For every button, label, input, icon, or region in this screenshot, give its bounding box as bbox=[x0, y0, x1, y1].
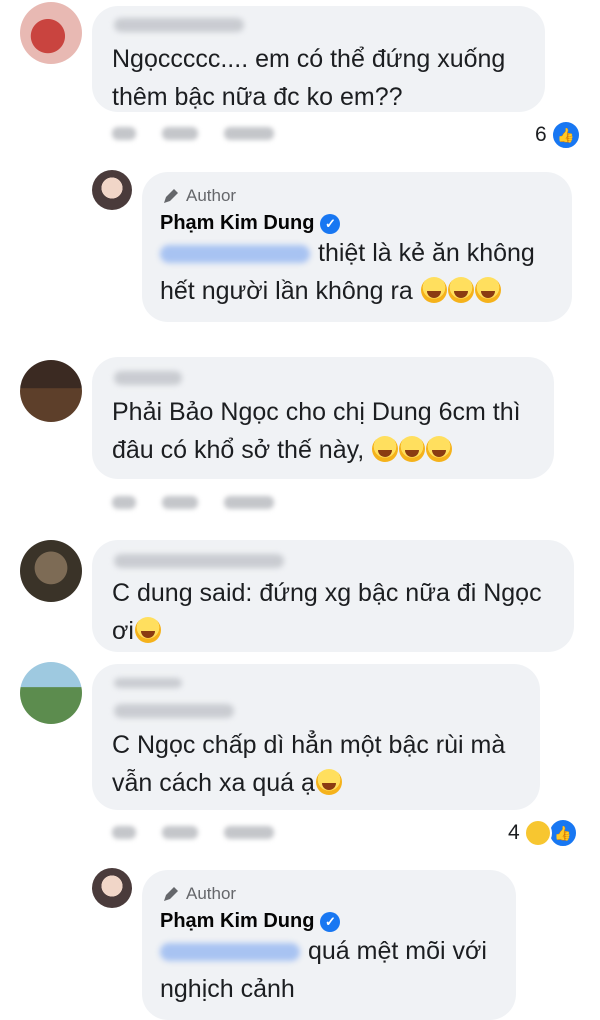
reaction-count: 4 bbox=[508, 821, 520, 844]
avatar[interactable] bbox=[20, 540, 82, 602]
verified-icon: ✓ bbox=[320, 911, 341, 932]
avatar[interactable] bbox=[92, 868, 132, 908]
comment-actions bbox=[112, 824, 274, 840]
commenter-name[interactable] bbox=[114, 704, 234, 718]
reaction-summary[interactable]: 4 👍 bbox=[508, 818, 578, 848]
comment-bubble: C Ngọc chấp dì hẳn một bậc rùi mà vẫn cá… bbox=[92, 664, 540, 810]
rofl-emoji-icon bbox=[426, 436, 453, 462]
mention-tag[interactable] bbox=[160, 943, 300, 962]
pencil-icon bbox=[164, 189, 178, 203]
commenter-name[interactable] bbox=[114, 371, 182, 385]
like-icon: 👍 bbox=[550, 120, 581, 150]
rofl-emoji-icon bbox=[372, 436, 399, 462]
author-badge: Author bbox=[162, 884, 236, 904]
haha-reaction-icon bbox=[523, 819, 552, 847]
top-fan-badge bbox=[114, 678, 182, 688]
time-link[interactable] bbox=[112, 825, 136, 839]
commenter-name[interactable] bbox=[114, 554, 284, 568]
verified-icon: ✓ bbox=[320, 213, 341, 234]
time-link[interactable] bbox=[112, 495, 136, 509]
pencil-icon bbox=[164, 887, 178, 901]
avatar[interactable] bbox=[20, 360, 82, 422]
avatar[interactable] bbox=[20, 662, 82, 724]
comment-text: thiệt là kẻ ăn không hết người lần không… bbox=[160, 239, 535, 305]
comment-text: C Ngọc chấp dì hẳn một bậc rùi mà vẫn cá… bbox=[112, 731, 506, 797]
rofl-emoji-icon bbox=[315, 769, 342, 795]
comment-bubble: Author Phạm Kim Dung ✓ quá mệt mõi với n… bbox=[142, 870, 516, 1020]
reply-link[interactable] bbox=[224, 495, 274, 509]
avatar[interactable] bbox=[20, 2, 82, 64]
commenter-name[interactable] bbox=[114, 18, 244, 32]
like-link[interactable] bbox=[162, 126, 198, 140]
author-name[interactable]: Phạm Kim Dung ✓ bbox=[160, 212, 341, 235]
haha-emoji-icon bbox=[134, 617, 161, 643]
comment-text: Phải Bảo Ngọc cho chị Dung 6cm thì đâu c… bbox=[112, 398, 521, 464]
rofl-emoji-icon bbox=[399, 436, 426, 462]
haha-emoji-icon bbox=[447, 277, 474, 303]
time-link[interactable] bbox=[112, 126, 136, 140]
comment-bubble: Ngọccccc.... em có thể đứng xuống thêm b… bbox=[92, 6, 545, 112]
author-name[interactable]: Phạm Kim Dung ✓ bbox=[160, 910, 341, 933]
avatar[interactable] bbox=[92, 170, 132, 210]
reply-link[interactable] bbox=[224, 825, 274, 839]
mention-tag[interactable] bbox=[160, 245, 310, 264]
haha-emoji-icon bbox=[474, 277, 501, 303]
comment-actions bbox=[112, 494, 274, 510]
reaction-summary[interactable]: 6 👍 bbox=[535, 120, 581, 150]
comment-bubble: C dung said: đứng xg bậc nữa đi Ngọc ơi bbox=[92, 540, 574, 652]
like-link[interactable] bbox=[162, 495, 198, 509]
comment-text: C dung said: đứng xg bậc nữa đi Ngọc ơi bbox=[112, 579, 542, 645]
like-link[interactable] bbox=[162, 825, 198, 839]
comment-actions bbox=[112, 125, 274, 141]
comment-text: quá mệt mõi với nghịch cảnh bbox=[160, 937, 487, 1003]
like-icon: 👍 bbox=[547, 818, 578, 848]
comment-bubble: Phải Bảo Ngọc cho chị Dung 6cm thì đâu c… bbox=[92, 357, 554, 479]
reply-link[interactable] bbox=[224, 126, 274, 140]
comment-text: Ngọccccc.... em có thể đứng xuống thêm b… bbox=[112, 45, 506, 111]
reaction-count: 6 bbox=[535, 123, 547, 146]
author-badge: Author bbox=[162, 186, 236, 206]
comment-bubble: Author Phạm Kim Dung ✓ thiệt là kẻ ăn kh… bbox=[142, 172, 572, 322]
haha-emoji-icon bbox=[420, 277, 447, 303]
